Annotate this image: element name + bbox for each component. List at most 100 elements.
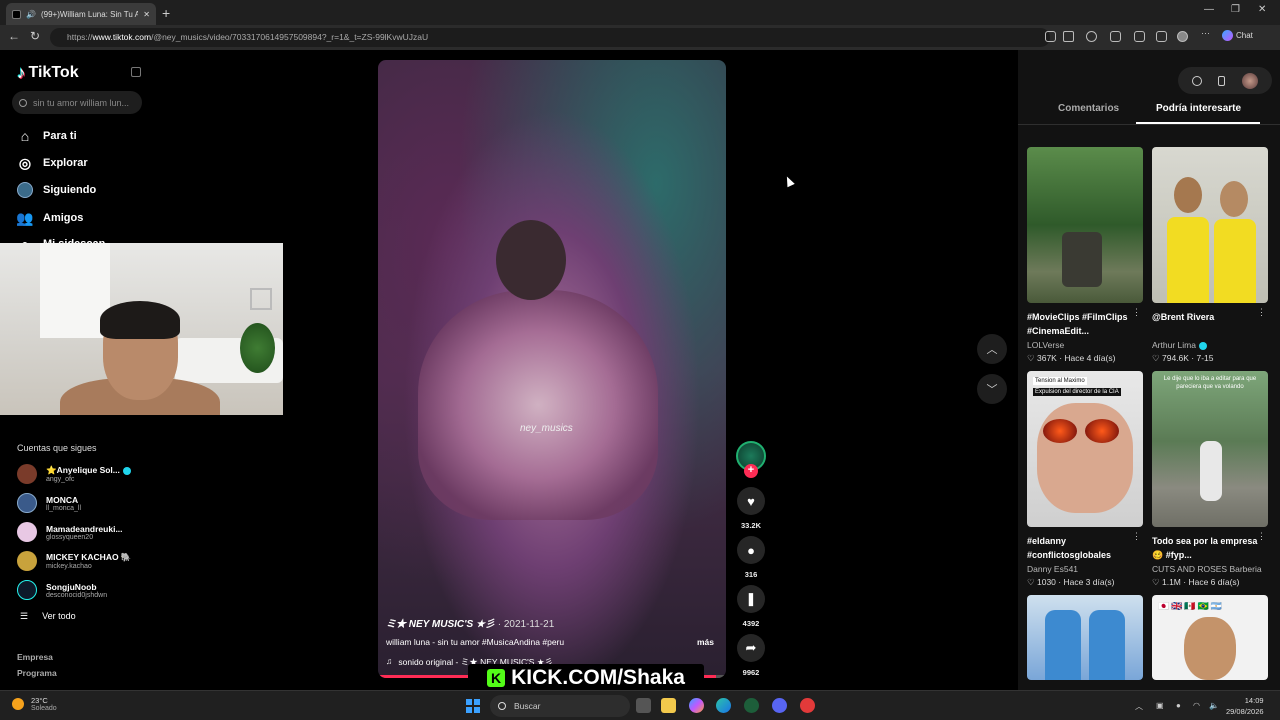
tiktok-favicon-icon <box>12 9 21 19</box>
avatar <box>17 464 37 484</box>
suggested-video-card[interactable]: Tension al Maximo Expulsion del director… <box>1027 371 1143 588</box>
follow-button[interactable]: + <box>744 464 758 478</box>
verified-badge-icon <box>122 466 131 475</box>
save-button[interactable]: ❚ 4392 <box>736 585 766 628</box>
more-menu-icon[interactable]: ··· <box>1201 28 1212 39</box>
new-tab-button[interactable]: + <box>162 5 170 21</box>
more-options-icon[interactable]: ⋮ <box>1257 307 1266 318</box>
profile-avatar[interactable] <box>1241 72 1258 89</box>
close-tab-icon[interactable]: ✕ <box>143 10 150 19</box>
discord-icon[interactable] <box>772 698 787 713</box>
more-options-icon[interactable]: ⋮ <box>1132 307 1141 318</box>
compass-icon[interactable] <box>1192 75 1203 86</box>
menu-item-siguiendo[interactable]: Siguiendo <box>17 182 96 198</box>
following-account[interactable]: ⭐Anyelique Sol... angy_ofc <box>17 464 131 484</box>
url-path: /@ney_musics/video/7033170614957509894?_… <box>151 32 429 42</box>
microphone-icon[interactable]: ● <box>1176 701 1181 710</box>
more-options-icon[interactable]: ⋮ <box>1132 531 1141 542</box>
see-all-button[interactable]: ☰ Ver todo <box>20 611 76 622</box>
comment-button[interactable]: ● 316 <box>736 536 766 579</box>
start-button[interactable] <box>466 699 480 713</box>
url-domain: www.tiktok.com <box>92 32 152 42</box>
close-window-button[interactable]: ✕ <box>1258 4 1266 15</box>
profile-icon[interactable] <box>1177 31 1188 42</box>
more-options-icon[interactable]: ⋮ <box>1257 531 1266 542</box>
bookmark-icon: ❚ <box>737 585 765 613</box>
obs-icon[interactable] <box>800 698 815 713</box>
speaker-icon[interactable]: 🔊 <box>26 10 36 19</box>
heart-outline-icon: ♡ <box>1152 353 1162 363</box>
compass-icon: ◎ <box>18 154 32 171</box>
following-account[interactable]: MICKEY KACHAO 🐘 mickey.kachao <box>17 551 132 571</box>
suggested-video-card[interactable]: Le dije que lo iba a editar para que par… <box>1152 371 1268 588</box>
account-name: Mamadeandreuki... <box>46 523 123 534</box>
suggested-video-card[interactable] <box>1027 595 1143 680</box>
thumbnail-face-left <box>1174 177 1202 213</box>
favorite-star-icon[interactable] <box>1063 31 1074 42</box>
file-explorer-icon[interactable] <box>661 698 676 713</box>
taskbar-search[interactable]: Buscar <box>490 695 630 717</box>
share-button[interactable]: ➦ 9962 <box>736 634 766 677</box>
tiktok-logo[interactable]: ♪ TikTok <box>17 63 79 83</box>
chat-button[interactable]: Chat <box>1222 30 1253 41</box>
edge-browser-icon[interactable] <box>716 698 731 713</box>
card-meta: ♡ 367K · Hace 4 día(s) <box>1027 353 1116 363</box>
reload-icon[interactable]: ↻ <box>30 29 40 43</box>
next-video-button[interactable]: ﹀ <box>977 374 1007 404</box>
following-account[interactable]: Mamadeandreuki... glossyqueen20 <box>17 522 123 542</box>
weather-widget[interactable]: 23°C Soleado <box>12 696 57 712</box>
task-view-icon[interactable] <box>636 698 651 713</box>
video-player[interactable]: ney_musics ミ★ NEY MUSIC'S ★彡 · 2021-11-2… <box>378 60 726 678</box>
wifi-icon[interactable]: ◠ <box>1193 701 1200 710</box>
favorites-icon[interactable] <box>1134 31 1145 42</box>
menu-item-explorar[interactable]: ◎ Explorar <box>17 155 88 171</box>
top-right-icons <box>1178 67 1272 94</box>
menu-item-para-ti[interactable]: ⌂ Para ti <box>17 128 77 144</box>
thumbnail-person <box>1045 610 1081 680</box>
tray-app-icon[interactable]: ▣ <box>1156 701 1164 710</box>
footer-link-programa[interactable]: Programa <box>17 668 57 678</box>
browser-tab[interactable]: 🔊 (99+)William Luna: Sin Tu Am ✕ <box>6 3 156 25</box>
menu-item-amigos[interactable]: 👥 Amigos <box>16 210 83 226</box>
volume-icon[interactable]: 🔈 <box>1209 701 1219 710</box>
tray-chevron-icon[interactable]: ︿ <box>1135 701 1143 712</box>
back-arrow-icon[interactable]: ← <box>8 29 20 43</box>
windows-taskbar: 23°C Soleado Buscar ︿ ▣ ● ◠ 🔈 14:09 29/08/… <box>0 690 1280 720</box>
webcam-overlay <box>0 243 283 415</box>
app-icon[interactable] <box>744 698 759 713</box>
translate-icon[interactable] <box>1045 31 1056 42</box>
home-icon: ⌂ <box>20 128 30 144</box>
tab-podria-interesarte[interactable]: Podría interesarte <box>1156 103 1241 114</box>
maximize-button[interactable]: ❐ <box>1231 4 1240 15</box>
extension-icon[interactable] <box>1086 31 1097 42</box>
minimize-button[interactable]: — <box>1204 4 1214 15</box>
previous-video-button[interactable]: ︿ <box>977 334 1007 364</box>
card-likes: 1.1M <box>1161 577 1181 587</box>
like-button[interactable]: ♥ 33.2K <box>736 487 766 530</box>
search-input[interactable]: sin tu amor william lun... <box>12 91 142 114</box>
video-author[interactable]: ミ★ NEY MUSIC'S ★彡 · 2021-11-21 <box>386 615 554 630</box>
collapse-sidebar-icon[interactable] <box>131 67 141 77</box>
tab-comentarios[interactable]: Comentarios <box>1058 103 1119 114</box>
music-note-icon: ♫ <box>386 656 393 666</box>
temperature: 23°C <box>31 696 48 705</box>
copilot-icon[interactable] <box>1110 31 1121 42</box>
more-button[interactable]: más <box>697 637 714 647</box>
copilot-app-icon[interactable] <box>689 698 704 713</box>
card-title: Todo sea por la empresa🥴 #fyp... <box>1152 536 1258 560</box>
thumbnail-glasses-right <box>1085 419 1119 443</box>
suggested-video-card[interactable]: 🇯🇵🇬🇧🇲🇽🇧🇷🇦🇷 <box>1152 595 1268 680</box>
suggested-video-card[interactable]: ⋮ @Brent Rivera Arthur Lima ♡ 794.6K · 7… <box>1152 147 1268 364</box>
device-icon[interactable] <box>1218 75 1226 86</box>
card-likes: 794.6K <box>1161 353 1189 363</box>
downloads-icon[interactable] <box>1156 31 1167 42</box>
avatar <box>17 580 37 600</box>
following-account[interactable]: MONCA ll_monca_ll <box>17 493 81 513</box>
following-account[interactable]: SongjuNoob desconocid0jshdwn <box>17 580 107 600</box>
footer-link-empresa[interactable]: Empresa <box>17 652 53 662</box>
card-likes: 367K <box>1036 353 1057 363</box>
url-input[interactable]: https://www.tiktok.com/@ney_musics/video… <box>50 28 1050 47</box>
taskbar-search-label: Buscar <box>514 701 541 711</box>
taskbar-clock[interactable]: 14:09 29/08/2026 <box>1226 695 1264 717</box>
suggested-video-card[interactable]: ⋮ #MovieClips #FilmClips #CinemaEdit... … <box>1027 147 1143 364</box>
